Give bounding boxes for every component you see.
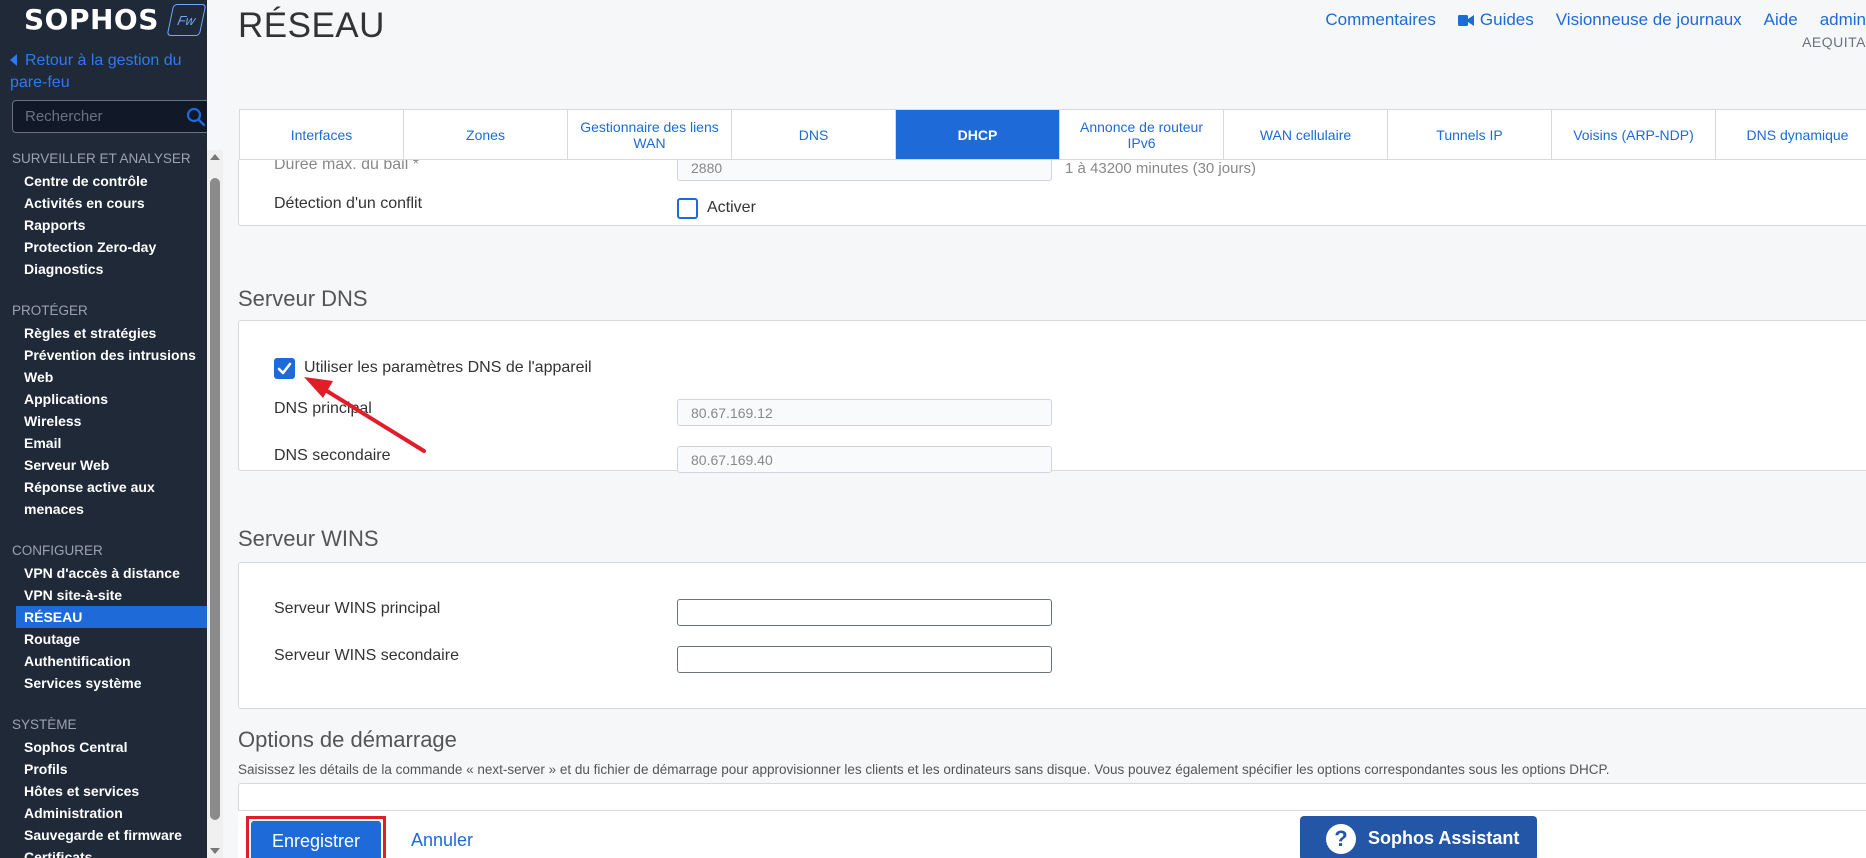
primary-wins-label: Serveur WINS principal bbox=[274, 600, 441, 617]
nav-section-title: PROTÉGER bbox=[12, 303, 88, 318]
save-button[interactable]: Enregistrer bbox=[251, 821, 381, 858]
tab-dynamic-dns[interactable]: DNS dynamique bbox=[1716, 110, 1866, 159]
nav-item-current-activities[interactable]: Activités en cours bbox=[0, 192, 207, 214]
guides-label: Guides bbox=[1479, 10, 1534, 29]
dhcp-form: Durée max. du bail * 1 à 43200 minutes (… bbox=[238, 160, 1866, 810]
nav-item-zero-day[interactable]: Protection Zero-day bbox=[0, 236, 207, 258]
nav-item-remote-access-vpn[interactable]: VPN d'accès à distance bbox=[0, 562, 207, 584]
feedback-link[interactable]: Commentaires bbox=[1325, 10, 1436, 30]
search-input[interactable] bbox=[13, 101, 173, 132]
tab-wan-link-manager[interactable]: Gestionnaire des liens WAN bbox=[568, 110, 732, 159]
nav-item-reports[interactable]: Rapports bbox=[0, 214, 207, 236]
tab-dhcp[interactable]: DHCP bbox=[896, 110, 1060, 159]
page-title: RÉSEAU bbox=[238, 6, 385, 45]
cancel-button[interactable]: Annuler bbox=[411, 830, 473, 851]
nav-item-site-to-site-vpn[interactable]: VPN site-à-site bbox=[0, 584, 207, 606]
checkmark-icon bbox=[277, 362, 292, 375]
sophos-logo: SOPHOS bbox=[24, 2, 159, 36]
question-mark-icon: ? bbox=[1326, 823, 1356, 854]
wins-server-card: Serveur WINS principal Serveur WINS seco… bbox=[238, 562, 1866, 709]
nav-item-backup-firmware[interactable]: Sauvegarde et firmware bbox=[0, 824, 207, 846]
tab-ipv6-router-advertisement[interactable]: Annonce de routeur IPv6 bbox=[1060, 110, 1224, 159]
nav-item-hosts-services[interactable]: Hôtes et services bbox=[0, 780, 207, 802]
primary-wins-input[interactable] bbox=[677, 599, 1052, 626]
nav-section-title: SYSTÈME bbox=[12, 717, 77, 732]
nav-item-authentication[interactable]: Authentification bbox=[0, 650, 207, 672]
conflict-detection-checkbox[interactable] bbox=[677, 198, 698, 219]
nav-item-network[interactable]: RÉSEAU bbox=[16, 606, 207, 628]
boot-options-description: Saisissez les détails de la commande « n… bbox=[238, 762, 1610, 777]
tab-interfaces[interactable]: Interfaces bbox=[240, 110, 404, 159]
nav-section-title: SURVEILLER ET ANALYSER bbox=[12, 151, 191, 166]
secondary-dns-label: DNS secondaire bbox=[274, 447, 391, 464]
network-tabs: Interfaces Zones Gestionnaire des liens … bbox=[239, 109, 1866, 160]
lease-settings-card: Durée max. du bail * 1 à 43200 minutes (… bbox=[238, 160, 1866, 226]
nav-item-wireless[interactable]: Wireless bbox=[0, 410, 207, 432]
nav-item-certificates[interactable]: Certificats bbox=[0, 846, 207, 858]
boot-options-section-title: Options de démarrage bbox=[238, 727, 457, 752]
video-camera-icon bbox=[1457, 15, 1474, 27]
scroll-up-arrow-icon[interactable] bbox=[210, 154, 220, 160]
scroll-down-arrow-icon[interactable] bbox=[210, 848, 220, 854]
lease-duration-hint: 1 à 43200 minutes (30 jours) bbox=[1065, 160, 1256, 177]
nav-item-profiles[interactable]: Profils bbox=[0, 758, 207, 780]
nav-item-diagnostics[interactable]: Diagnostics bbox=[0, 258, 207, 280]
sidebar-scrollbar[interactable] bbox=[207, 150, 223, 858]
scroll-thumb[interactable] bbox=[210, 178, 220, 820]
nav-item-intrusion-prevention[interactable]: Prévention des intrusions bbox=[0, 344, 207, 366]
tab-neighbors[interactable]: Voisins (ARP-NDP) bbox=[1552, 110, 1716, 159]
conflict-detection-label: Détection d'un conflit bbox=[274, 195, 423, 212]
tab-dns[interactable]: DNS bbox=[732, 110, 896, 159]
nav-item-administration[interactable]: Administration bbox=[0, 802, 207, 824]
use-device-dns-checkbox[interactable] bbox=[274, 358, 295, 379]
back-to-firewall-link[interactable]: Retour à la gestion du pare-feu bbox=[0, 50, 200, 94]
secondary-wins-label: Serveur WINS secondaire bbox=[274, 647, 459, 664]
nav-item-active-threat-response[interactable]: Réponse active aux menaces bbox=[0, 476, 180, 520]
search-icon[interactable] bbox=[186, 107, 206, 127]
organization-name: AEQUITA bbox=[1802, 34, 1866, 50]
lease-duration-label: Durée max. du bail * bbox=[274, 160, 419, 173]
logo-text: SOPHOS bbox=[24, 2, 159, 36]
firewall-badge: Fw bbox=[166, 4, 207, 36]
assistant-label: Sophos Assistant bbox=[1368, 828, 1520, 848]
back-arrow-icon bbox=[10, 53, 17, 66]
sophos-assistant-button[interactable]: ? Sophos Assistant bbox=[1300, 816, 1537, 858]
nav-item-sophos-central[interactable]: Sophos Central bbox=[0, 736, 207, 758]
nav-item-web[interactable]: Web bbox=[0, 366, 207, 388]
dns-server-card: Utiliser les paramètres DNS de l'apparei… bbox=[238, 320, 1866, 473]
primary-dns-input[interactable] bbox=[677, 399, 1052, 426]
nav-item-web-server[interactable]: Serveur Web bbox=[0, 454, 207, 476]
admin-user-menu[interactable]: admin bbox=[1820, 10, 1866, 30]
secondary-dns-input[interactable] bbox=[677, 446, 1052, 473]
nav-section-title: CONFIGURER bbox=[12, 543, 103, 558]
dns-server-section-title: Serveur DNS bbox=[238, 286, 368, 311]
log-viewer-link[interactable]: Visionneuse de journaux bbox=[1556, 10, 1742, 30]
nav-item-rules[interactable]: Règles et stratégies bbox=[0, 322, 207, 344]
help-link[interactable]: Aide bbox=[1764, 10, 1798, 30]
nav-item-applications[interactable]: Applications bbox=[0, 388, 207, 410]
nav-item-system-services[interactable]: Services système bbox=[0, 672, 207, 694]
wins-server-section-title: Serveur WINS bbox=[238, 526, 379, 551]
top-navigation: Commentaires Guides Visionneuse de journ… bbox=[1303, 10, 1866, 30]
back-link-label: Retour à la gestion du pare-feu bbox=[10, 52, 182, 91]
guides-link[interactable]: Guides bbox=[1457, 10, 1534, 30]
primary-dns-label: DNS principal bbox=[274, 400, 372, 417]
secondary-wins-input[interactable] bbox=[677, 646, 1052, 673]
use-device-dns-label: Utiliser les paramètres DNS de l'apparei… bbox=[304, 359, 592, 376]
sidebar-search bbox=[12, 100, 207, 133]
form-footer: Enregistrer Annuler ? Sophos Assistant bbox=[238, 810, 1866, 858]
sidebar: SOPHOS Fw Retour à la gestion du pare-fe… bbox=[0, 0, 207, 858]
nav-item-email[interactable]: Email bbox=[0, 432, 207, 454]
tab-ip-tunnels[interactable]: Tunnels IP bbox=[1388, 110, 1552, 159]
nav-item-control-center[interactable]: Centre de contrôle bbox=[0, 170, 207, 192]
badge-text: Fw bbox=[176, 12, 197, 28]
lease-duration-input[interactable] bbox=[677, 160, 1052, 181]
conflict-detection-checkbox-label: Activer bbox=[707, 199, 756, 216]
tab-zones[interactable]: Zones bbox=[404, 110, 568, 159]
boot-options-card bbox=[238, 783, 1866, 810]
sidebar-nav: SURVEILLER ET ANALYSER Centre de contrôl… bbox=[0, 148, 207, 858]
nav-item-routing[interactable]: Routage bbox=[0, 628, 207, 650]
tab-cellular-wan[interactable]: WAN cellulaire bbox=[1224, 110, 1388, 159]
